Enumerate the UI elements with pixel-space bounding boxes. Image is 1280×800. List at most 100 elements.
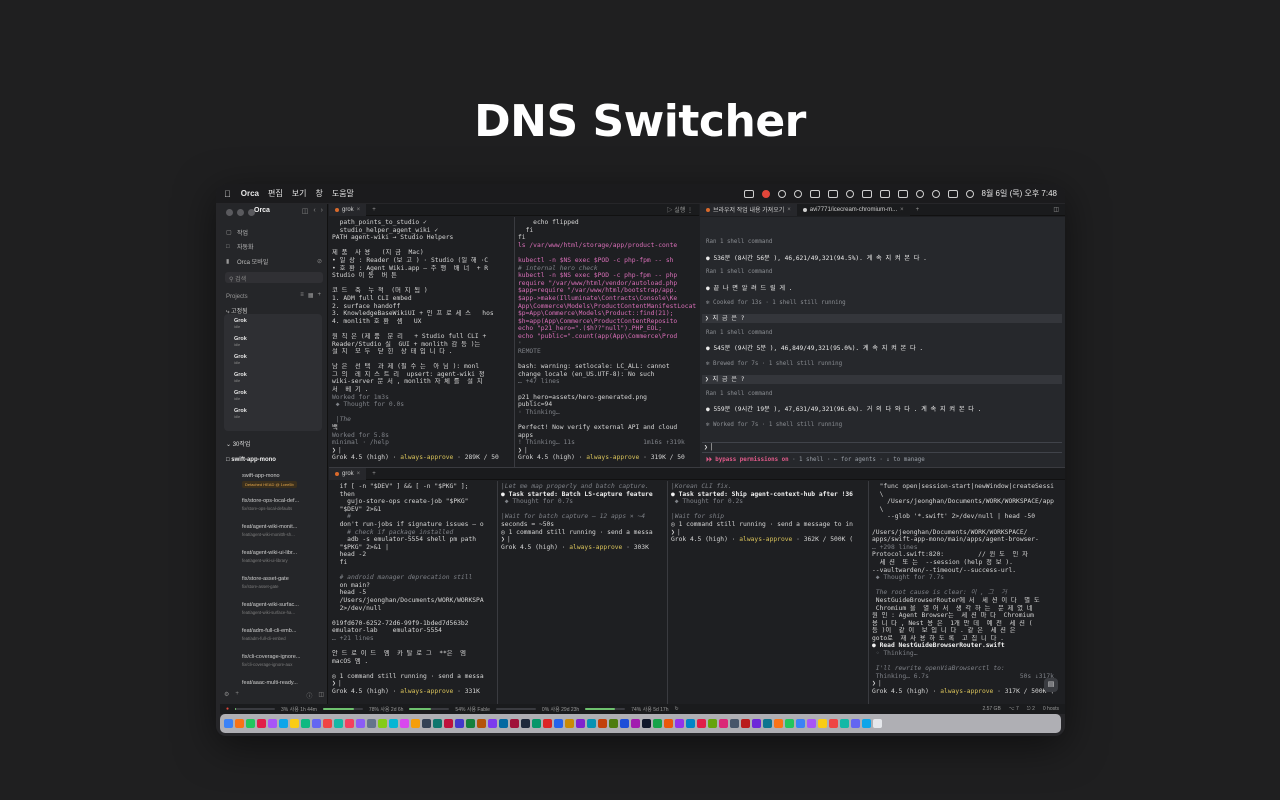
menubar-menu-help[interactable]: 도움말 (332, 188, 354, 199)
tab-browser-task[interactable]: 브라우저 작업 내용 가져오기 × (700, 203, 797, 216)
dock-app-icon[interactable] (708, 719, 717, 728)
pinned-item[interactable]: Grok idle (234, 336, 247, 348)
menubar-menu-view[interactable]: 보기 (292, 188, 307, 199)
dock-app-icon[interactable] (301, 719, 310, 728)
dock-app-icon[interactable] (829, 719, 838, 728)
search-icon[interactable] (931, 189, 940, 198)
tool-run-line[interactable]: Ran 1 shell command (706, 239, 1058, 246)
control-center-icon[interactable] (947, 189, 958, 198)
dock-app-icon[interactable] (521, 719, 530, 728)
menubar-app-name[interactable]: Orca (241, 189, 259, 198)
dock-app-icon[interactable] (587, 719, 596, 728)
dock-app-icon[interactable] (312, 719, 321, 728)
close-window-button[interactable] (226, 209, 233, 216)
pinned-item[interactable]: Grok idle (234, 390, 247, 402)
hosts-count[interactable]: 0 hosts (1043, 706, 1059, 712)
worktree-item[interactable]: feat/agent-wiki-monit... feat/agent-wiki-… (242, 524, 322, 537)
rocket-icon[interactable] (793, 189, 802, 198)
wifi-icon[interactable] (915, 189, 924, 198)
permission-status[interactable]: ⏵⏵ bypass permissions on · 1 shell · ← f… (706, 457, 1058, 464)
dock-app-icon[interactable] (807, 719, 816, 728)
dock-app-icon[interactable] (466, 719, 475, 728)
dock-app-icon[interactable] (697, 719, 706, 728)
menubar-menu-window[interactable]: 창 (315, 188, 322, 199)
dock-app-icon[interactable] (796, 719, 805, 728)
record-icon[interactable] (761, 189, 770, 198)
minimize-window-button[interactable] (237, 209, 244, 216)
screen-capture-icon[interactable] (743, 189, 754, 198)
tool-run-line[interactable]: Ran 1 shell command (706, 330, 1058, 337)
scroll-to-bottom-button[interactable]: ▤ (1044, 678, 1058, 692)
dock-app-icon[interactable] (290, 719, 299, 728)
dock-app-icon[interactable] (268, 719, 277, 728)
dock-app-icon[interactable] (840, 719, 849, 728)
layout-icon[interactable]: ◫ (318, 691, 324, 700)
siri-icon[interactable] (965, 189, 974, 198)
sidebar-item-mobile[interactable]: ▮ Orca 모바일 ⊘ (226, 257, 322, 266)
worktree-item[interactable]: fix/store-ops-local-def... fix/store-ops-… (242, 498, 322, 511)
new-tab-button[interactable]: + (366, 207, 382, 213)
dock-app-icon[interactable] (389, 719, 398, 728)
back-icon[interactable]: ‹ (313, 207, 315, 215)
dock-app-icon[interactable] (422, 719, 431, 728)
close-tab-icon[interactable]: × (357, 207, 361, 213)
dock-app-icon[interactable] (664, 719, 673, 728)
display-icon[interactable] (809, 189, 820, 198)
filter-icon[interactable]: ≡ (300, 292, 304, 299)
dock-app-icon[interactable] (719, 719, 728, 728)
new-tab-button[interactable]: + (910, 207, 926, 213)
dock-app-icon[interactable] (862, 719, 871, 728)
worktree-item[interactable]: fix/store-asset-gate fix/store-asset-gate (242, 576, 322, 589)
dock-app-icon[interactable] (477, 719, 486, 728)
new-tab-button[interactable]: + (366, 471, 382, 477)
dock-app-icon[interactable] (873, 719, 882, 728)
status-icon[interactable] (777, 189, 786, 198)
dock-app-icon[interactable] (367, 719, 376, 728)
help-icon[interactable]: ⓘ (306, 691, 312, 700)
dock-app-icon[interactable] (345, 719, 354, 728)
chevron-down-icon[interactable]: ⌄ (226, 442, 231, 448)
dock-app-icon[interactable] (444, 719, 453, 728)
dock-app-icon[interactable] (499, 719, 508, 728)
repo-label[interactable]: □ swift-app-mono (226, 457, 276, 463)
worktree-item[interactable]: fix/cli-coverage-ignore... fix/cli-covera… (242, 654, 322, 667)
agent-chat-pane[interactable]: Ran 1 shell command 536분 (8시간 56분 ), 46,… (700, 217, 1065, 467)
dock-app-icon[interactable] (235, 719, 244, 728)
dock-app-icon[interactable] (752, 719, 761, 728)
dock-app-icon[interactable] (631, 719, 640, 728)
pinned-item[interactable]: Grok idle (234, 408, 247, 420)
dock-app-icon[interactable] (818, 719, 827, 728)
dock-app-icon[interactable] (730, 719, 739, 728)
grid-icon[interactable]: ▦ (308, 292, 314, 299)
dock-app-icon[interactable] (576, 719, 585, 728)
dock-app-icon[interactable] (532, 719, 541, 728)
close-tab-icon[interactable]: × (900, 207, 904, 213)
forward-icon[interactable]: › (321, 207, 323, 215)
dock-app-icon[interactable] (598, 719, 607, 728)
menubar-menu-edit[interactable]: 편집 (268, 188, 283, 199)
dock-app-icon[interactable] (378, 719, 387, 728)
dock-app-icon[interactable] (565, 719, 574, 728)
dock-app-icon[interactable] (400, 719, 409, 728)
dock-app-icon[interactable] (488, 719, 497, 728)
window-icon[interactable] (827, 189, 838, 198)
dock-app-icon[interactable] (554, 719, 563, 728)
dock-app-icon[interactable] (642, 719, 651, 728)
menubar-clock[interactable]: 8월 6일 (목) 오후 7:48 (982, 188, 1058, 199)
split-pane-icon[interactable]: ◫ (1053, 206, 1065, 213)
terminal-pane-bottom-3[interactable]: │Korean CLI fix. ● Task started: Ship age… (668, 481, 868, 704)
run-button[interactable]: ▷ 실행 ⋮ (667, 205, 699, 214)
dock-app-icon[interactable] (246, 719, 255, 728)
dock-app-icon[interactable] (543, 719, 552, 728)
dock-app-icon[interactable] (785, 719, 794, 728)
terminal-pane-bottom-2[interactable]: │Let me map properly and batch capture. ●… (498, 481, 667, 704)
sidebar-item-work[interactable]: ▢ 작업 (226, 228, 322, 237)
apple-menu-icon[interactable]:  (224, 189, 231, 199)
dock-app-icon[interactable] (433, 719, 442, 728)
dock-app-icon[interactable] (653, 719, 662, 728)
dock-app-icon[interactable] (620, 719, 629, 728)
dock-app-icon[interactable] (356, 719, 365, 728)
mirror-icon[interactable] (861, 189, 872, 198)
close-tab-icon[interactable]: × (787, 207, 791, 213)
worktree-item[interactable]: feat/adm-full-cli-emb... feat/adm-full-cl… (242, 628, 322, 641)
